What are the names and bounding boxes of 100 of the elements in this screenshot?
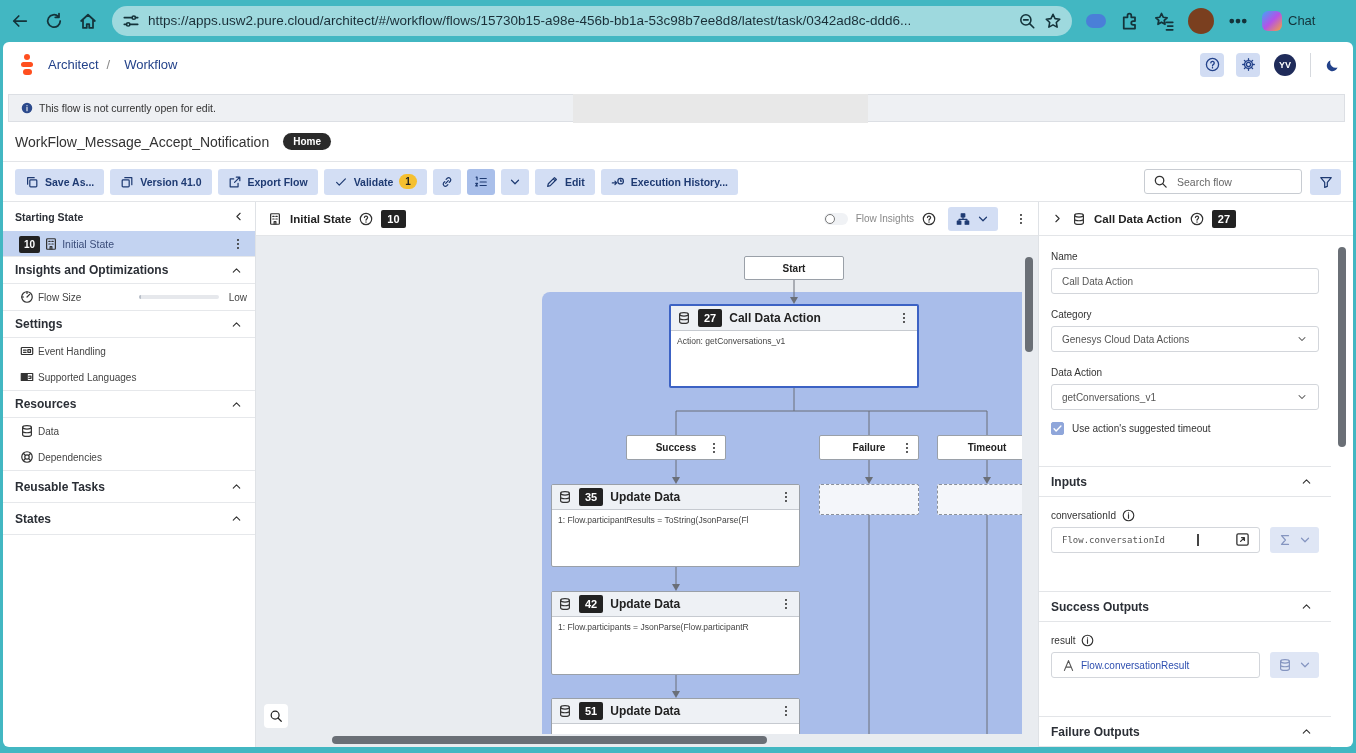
section-title: Reusable Tasks <box>15 479 105 494</box>
section-header[interactable]: Success Outputs <box>1039 591 1331 622</box>
sidebar-link[interactable]: Dependencies <box>38 451 102 463</box>
database-icon <box>677 311 691 325</box>
section-header[interactable]: Settings <box>3 310 255 338</box>
node-body-text: 1: Flow.participantResults = ToString(JsonParse(Fl <box>557 514 750 527</box>
state-label: Initial State <box>62 238 115 250</box>
node-body-text: Action: getConversations_v1 <box>676 335 787 348</box>
dropdown[interactable]: Genesys Cloud Data Actions <box>1051 326 1319 352</box>
help-button[interactable] <box>1200 52 1224 77</box>
field-label: Data Action <box>1051 366 1103 378</box>
url-text: https://apps.usw2.pure.cloud/architect/#/workflow/flows/15730b15-a98e-456b-bb1a-53c98b7ee8d8/latest/task/0342ad8c-ddd6... <box>148 13 913 28</box>
node-body-text: 1: Flow.participants = JsonParse(Flow.participantR <box>557 621 750 634</box>
action-node[interactable]: 42 Update Data 1: Flow.participants = JsonParse(Flow.participantR <box>551 591 800 675</box>
filter-button[interactable] <box>1310 168 1341 195</box>
section-header[interactable]: Insights and Optimizations <box>3 256 255 284</box>
search-field[interactable]: Search flow <box>1144 169 1302 194</box>
search-icon <box>269 709 283 723</box>
search-button[interactable] <box>264 704 288 728</box>
pencil-icon <box>544 174 559 189</box>
text-field[interactable]: Call Data Action <box>1051 268 1319 294</box>
dropdown[interactable]: getConversations_v1 <box>1051 384 1319 410</box>
checkbox-label: Use action's suggested timeout <box>1072 422 1211 434</box>
section-header[interactable]: Reusable Tasks <box>3 470 255 503</box>
sidebar-link[interactable]: Supported Languages <box>38 371 137 383</box>
search-icon <box>1153 174 1168 189</box>
help-icon[interactable] <box>359 211 374 226</box>
list-view-button[interactable] <box>466 168 495 195</box>
database-icon <box>20 424 34 438</box>
breadcrumb-separator: / <box>106 57 111 72</box>
path-node[interactable]: Success <box>626 435 726 460</box>
section-header[interactable]: Inputs <box>1039 466 1331 497</box>
favorites-icon[interactable] <box>1154 10 1174 31</box>
section-title: States <box>15 511 52 526</box>
breadcrumb-link[interactable]: Workflow <box>124 57 178 72</box>
expand-icon[interactable] <box>1235 532 1250 547</box>
field-label: Name <box>1051 250 1078 262</box>
drop-zone[interactable] <box>937 484 1022 515</box>
connector-arrow <box>983 459 991 484</box>
section-title: Insights and Optimizations <box>15 263 169 277</box>
help-icon[interactable] <box>1189 211 1204 226</box>
node-title: Call Data Action <box>729 311 821 325</box>
variable-field[interactable]: Flow.conversationResult <box>1051 652 1260 678</box>
section-header[interactable]: Resources <box>3 390 255 418</box>
database-icon <box>1277 658 1292 672</box>
database-icon <box>558 597 572 611</box>
panel-title: Call Data Action <box>1094 212 1182 225</box>
toolbar-button[interactable]: Execution History... <box>600 168 738 195</box>
connector-arrow <box>672 566 680 591</box>
info-icon[interactable] <box>1122 508 1136 522</box>
section-title: Settings <box>15 317 63 331</box>
toolbar-button[interactable]: Version 41.0 <box>110 168 212 195</box>
drop-zone[interactable] <box>819 484 919 515</box>
action-node[interactable]: 35 Update Data 1: Flow.participantResults = ToString(JsonParse(Fl <box>551 484 800 567</box>
toolbar-button[interactable]: Edit <box>534 168 595 195</box>
address-bar[interactable]: https://apps.usw2.pure.cloud/architect/#/workflow/flows/15730b15-a98e-456b-bb1a-53c98b7ee8d8/latest/task/0342ad8c-ddd6... <box>112 5 1072 36</box>
link-button[interactable] <box>432 168 461 195</box>
settings-icon <box>1240 57 1256 72</box>
profile-avatar[interactable] <box>1188 7 1214 34</box>
app-logo <box>20 53 34 76</box>
sidebar-link[interactable]: Data <box>38 425 60 437</box>
path-label: Success <box>655 442 697 453</box>
toggle-switch[interactable] <box>823 212 848 225</box>
settings-button[interactable] <box>1236 52 1260 77</box>
node-title: Update Data <box>610 597 681 611</box>
section-title: Failure Outputs <box>1051 724 1140 739</box>
action-node[interactable]: 27 Call Data Action Action: getConversations_v1 <box>669 304 919 388</box>
section-title: Inputs <box>1051 474 1087 489</box>
canvas-title: Initial State <box>290 212 352 225</box>
toolbar-button[interactable]: Export Flow <box>217 168 318 195</box>
reload-icon[interactable] <box>44 10 64 31</box>
help-icon[interactable] <box>922 211 936 226</box>
path-node[interactable]: Failure <box>819 435 919 460</box>
variable-name[interactable]: Flow.conversationResult <box>1081 659 1190 671</box>
field-label: Category <box>1051 308 1092 320</box>
path-node[interactable]: Timeout <box>937 435 1022 460</box>
expression-field[interactable]: Flow.conversationId <box>1051 527 1260 553</box>
toolbar-button[interactable]: Validate 1 <box>323 168 427 195</box>
checkbox[interactable] <box>1051 421 1064 435</box>
zoom-out-icon[interactable] <box>1018 11 1036 30</box>
section-header[interactable]: States <box>3 502 255 535</box>
user-avatar[interactable]: YV <box>1274 53 1296 76</box>
text-cursor-icon <box>1197 534 1199 546</box>
state-item[interactable]: 10 Initial State <box>3 231 255 257</box>
layout-dropdown-button[interactable] <box>948 206 998 231</box>
building-icon <box>268 211 282 226</box>
star-icon[interactable] <box>1044 11 1062 30</box>
chat-button[interactable]: Chat <box>1262 10 1316 31</box>
node-title: Update Data <box>610 490 681 504</box>
info-icon[interactable] <box>1081 633 1095 647</box>
hierarchy-icon <box>956 211 970 226</box>
action-node[interactable]: 51 Update Data <box>551 698 800 734</box>
toolbar-button[interactable]: Save As... <box>15 168 105 195</box>
sidebar-link[interactable]: Event Handling <box>38 345 106 357</box>
filter-icon <box>1318 174 1333 189</box>
breadcrumb-link[interactable]: Architect <box>48 57 99 72</box>
start-node[interactable]: Start <box>744 256 844 280</box>
info-icon <box>21 102 33 114</box>
section-header[interactable]: Failure Outputs <box>1039 716 1331 747</box>
step-number: 27 <box>698 309 723 327</box>
